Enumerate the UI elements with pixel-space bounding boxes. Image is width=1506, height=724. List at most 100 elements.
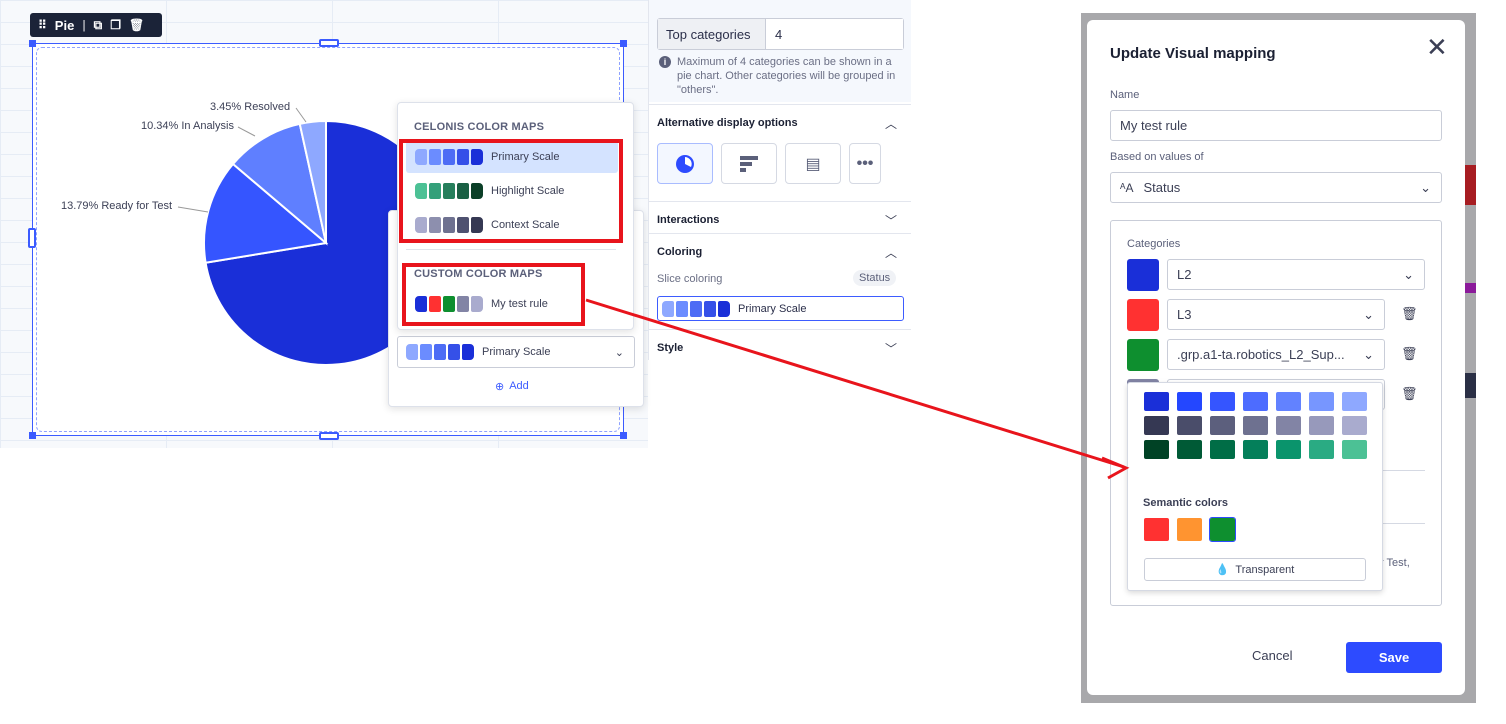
label-leader-line: [237, 126, 256, 137]
palette-color[interactable]: [1144, 392, 1169, 411]
color-swatch: [690, 300, 702, 317]
table-icon: ▤: [805, 155, 821, 173]
palette-color[interactable]: [1276, 440, 1301, 459]
category-value: .grp.a1-ta.robotics_L2_Sup...: [1177, 347, 1345, 362]
color-swatch: [420, 344, 432, 360]
bar-display-option[interactable]: [721, 143, 777, 184]
semantic-color[interactable]: [1177, 518, 1202, 541]
table-display-option[interactable]: ▤: [785, 143, 841, 184]
color-swatch: [704, 300, 716, 317]
transparent-label: Transparent: [1235, 563, 1295, 576]
palette-color[interactable]: [1177, 392, 1202, 411]
annotation-box: [399, 139, 623, 243]
category-value: L2: [1177, 267, 1192, 282]
top-categories-input[interactable]: 4: [766, 19, 903, 49]
palette-color[interactable]: [1177, 416, 1202, 435]
transparent-button[interactable]: 💧 Transparent: [1144, 558, 1366, 581]
chevron-down-icon: ⌄: [1363, 306, 1374, 322]
color-swatch: [676, 300, 688, 317]
category-select[interactable]: .grp.a1-ta.robotics_L2_Sup... ⌄: [1167, 339, 1385, 370]
color-swatch: [434, 344, 446, 360]
semantic-color[interactable]: [1144, 518, 1169, 541]
based-on-value: Status: [1143, 180, 1181, 195]
palette-color[interactable]: [1210, 416, 1235, 435]
palette-color[interactable]: [1243, 440, 1268, 459]
palette-color[interactable]: [1309, 416, 1334, 435]
palette-color[interactable]: [1177, 440, 1202, 459]
obscured-text: r Test,: [1380, 557, 1410, 569]
palette-color[interactable]: [1309, 392, 1334, 411]
palette-color[interactable]: [1210, 392, 1235, 411]
label-leader-line: [177, 206, 209, 213]
palette-color[interactable]: [1210, 440, 1235, 459]
chevron-down-icon[interactable]: ﹀: [885, 340, 897, 357]
info-note: i Maximum of 4 categories can be shown i…: [659, 55, 904, 97]
close-icon[interactable]: ✕: [1426, 34, 1448, 60]
celonis-color-maps-header: CELONIS COLOR MAPS: [414, 121, 545, 133]
chevron-down-icon: ⌄: [1420, 179, 1431, 195]
bar-chart-icon: [740, 155, 758, 172]
info-icon: i: [659, 56, 671, 68]
slice-coloring-badge: Status: [853, 270, 897, 286]
category-color-swatch[interactable]: [1127, 299, 1159, 331]
palette-color[interactable]: [1342, 440, 1367, 459]
trash-icon[interactable]: 🗑: [1401, 386, 1418, 402]
color-map-dropdown[interactable]: Primary Scale ⌄: [397, 336, 635, 368]
more-options-button[interactable]: •••: [849, 143, 881, 184]
palette-color[interactable]: [1243, 392, 1268, 411]
color-map-dropdown-menu: CELONIS COLOR MAPS Primary Scale Highlig…: [397, 102, 634, 330]
chevron-up-icon[interactable]: ︿: [885, 115, 897, 132]
slice-coloring-select[interactable]: Primary Scale: [657, 296, 904, 321]
name-input[interactable]: My test rule: [1110, 110, 1442, 141]
semantic-colors-label: Semantic colors: [1143, 497, 1228, 509]
category-color-swatch[interactable]: [1127, 339, 1159, 371]
category-color-swatch[interactable]: [1127, 259, 1159, 291]
color-map-dropdown-value: Primary Scale: [482, 346, 551, 358]
category-select[interactable]: L3 ⌄: [1167, 299, 1385, 330]
pie-display-option[interactable]: [657, 143, 713, 184]
slice-coloring-label: Slice coloring: [657, 273, 723, 285]
based-on-select[interactable]: ᴬA Status ⌄: [1110, 172, 1442, 203]
modal-title: Update Visual mapping: [1110, 45, 1276, 62]
palette-color[interactable]: [1342, 416, 1367, 435]
section-title: Interactions: [657, 214, 720, 226]
category-select[interactable]: L2 ⌄: [1167, 259, 1425, 290]
style-section[interactable]: Style ﹀: [649, 329, 911, 366]
annotation-box: [402, 263, 585, 326]
section-title: Style: [657, 342, 684, 354]
color-swatch: [718, 300, 730, 317]
color-swatch: [406, 344, 418, 360]
palette-color[interactable]: [1243, 416, 1268, 435]
save-button[interactable]: Save: [1346, 642, 1442, 673]
top-categories-label: Top categories: [658, 19, 766, 49]
label-leader-line: [295, 107, 307, 123]
color-swatch: [462, 344, 474, 360]
trash-icon[interactable]: 🗑: [1401, 346, 1418, 362]
info-text: Maximum of 4 categories can be shown in …: [677, 56, 896, 96]
top-categories-field: Top categories 4: [657, 18, 904, 50]
text-attribute-icon: ᴬA: [1120, 180, 1134, 195]
based-on-label: Based on values of: [1110, 151, 1204, 163]
pie-icon: [676, 154, 694, 173]
properties-panel: Top categories 4 i Maximum of 4 categori…: [648, 0, 911, 360]
color-swatch: [448, 344, 460, 360]
semantic-color[interactable]: [1209, 517, 1236, 542]
add-button[interactable]: ⊕ Add: [495, 380, 529, 393]
plus-circle-icon: ⊕: [495, 381, 505, 393]
no-color-drop-icon: 💧: [1215, 564, 1230, 576]
chevron-down-icon[interactable]: ﹀: [885, 212, 897, 229]
name-label: Name: [1110, 89, 1140, 101]
cancel-button[interactable]: Cancel: [1252, 648, 1292, 663]
section-title: Coloring: [657, 246, 703, 258]
label-ready-for-test: 13.79% Ready for Test: [61, 200, 173, 212]
palette-color[interactable]: [1144, 440, 1169, 459]
palette-color[interactable]: [1309, 440, 1334, 459]
palette-color[interactable]: [1276, 392, 1301, 411]
label-in-analysis: 10.34% In Analysis: [141, 120, 234, 132]
palette-color[interactable]: [1276, 416, 1301, 435]
palette-color[interactable]: [1144, 416, 1169, 435]
palette-color[interactable]: [1342, 392, 1367, 411]
chevron-up-icon[interactable]: ︿: [885, 244, 897, 261]
chevron-down-icon: ⌄: [614, 346, 624, 359]
trash-icon[interactable]: 🗑: [1401, 306, 1418, 322]
